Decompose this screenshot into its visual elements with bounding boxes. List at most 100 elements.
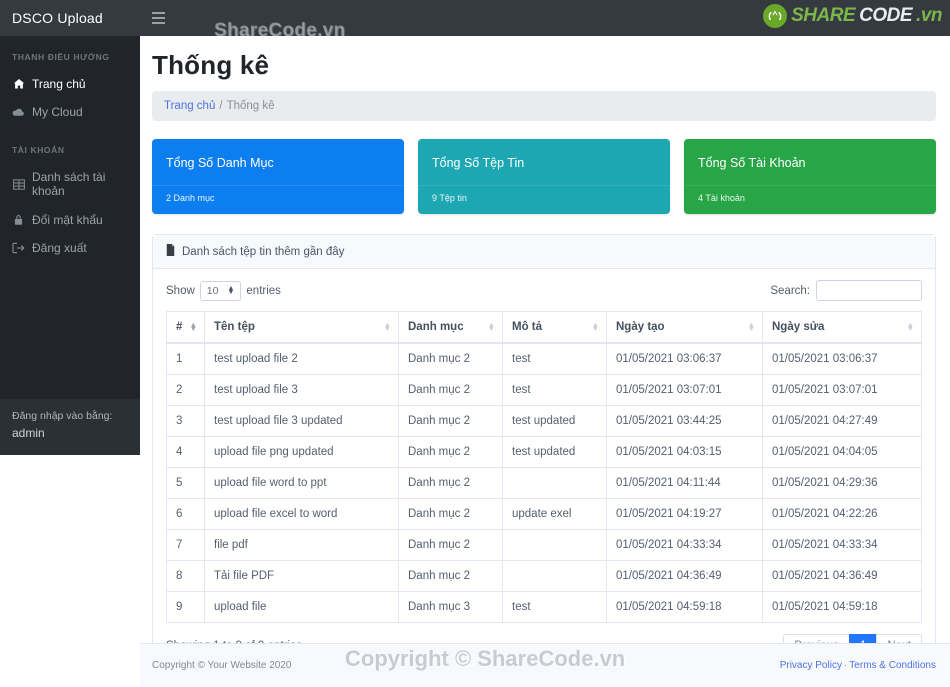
recent-files-panel: Danh sách tệp tin thêm gần đây Show 10 ▲… xyxy=(152,234,936,669)
stat-card-categories[interactable]: Tổng Số Danh Mục 2 Danh mục xyxy=(152,139,404,214)
terms-link[interactable]: Terms & Conditions xyxy=(849,660,936,671)
table-cell: 01/05/2021 04:19:27 xyxy=(606,498,763,530)
table-row[interactable]: 2 test upload file 3 Danh mục 2 test 01/05/2… xyxy=(166,374,922,406)
column-label: # xyxy=(176,321,183,333)
stat-card-accounts[interactable]: Tổng Số Tài Khoản 4 Tài khoản xyxy=(684,139,936,214)
column-header-description[interactable]: Mô tả ▲ ▼ xyxy=(502,311,607,344)
search-input[interactable] xyxy=(816,280,922,301)
table-cell: test upload file 3 xyxy=(204,374,399,406)
datatable-length-control: Show 10 ▲ ▼ entries xyxy=(166,280,281,301)
sidebar-item-dang-xuat[interactable]: Đăng xuất xyxy=(0,234,140,262)
sidebar-account-heading: TÀI KHOẢN xyxy=(12,144,65,155)
page-length-select[interactable]: 10 ▲ ▼ xyxy=(199,280,242,301)
table-cell: 1 xyxy=(166,342,205,375)
column-label: Ngày sửa xyxy=(772,321,825,333)
table-cell: 5 xyxy=(166,467,205,499)
table-cell: 01/05/2021 04:04:05 xyxy=(762,436,922,468)
sidebar-item-danh-sach-tai-khoan[interactable]: Danh sách tài khoản xyxy=(0,163,140,206)
table-cell: 01/05/2021 04:11:44 xyxy=(606,467,763,499)
sidebar-item-doi-mat-khau[interactable]: Đổi mật khẩu xyxy=(0,206,140,234)
files-table-head: # ▲ ▼ Tên tệp ▲ ▼ Danh mục ▲ ▼ Mô tả ▲ ▼… xyxy=(166,311,922,344)
sidebar-item-label: Đổi mật khẩu xyxy=(32,212,103,227)
topbar: DSCO Upload ShareCode.vn SHARE CODE .vn xyxy=(0,0,950,41)
table-cell: 01/05/2021 03:07:01 xyxy=(762,374,922,406)
panel-body: Show 10 ▲ ▼ entries Search: # ▲ ▼ Tên tệ… xyxy=(153,269,935,668)
table-cell: 4 xyxy=(166,436,205,468)
column-label: Ngày tạo xyxy=(616,321,665,333)
sidebar: THANH ĐIỀU HƯỚNG Trang chủ My Cloud TÀI … xyxy=(0,36,140,455)
home-icon xyxy=(12,78,25,90)
table-cell: 01/05/2021 03:44:25 xyxy=(606,405,763,437)
column-header-created[interactable]: Ngày tạo ▲ ▼ xyxy=(606,311,763,344)
sidebar-item-my-cloud[interactable]: My Cloud xyxy=(0,98,140,126)
table-cell: Danh mục 3 xyxy=(398,591,503,623)
table-cell: update exel xyxy=(502,498,607,530)
hamburger-icon[interactable] xyxy=(145,5,171,31)
datatable-search-control: Search: xyxy=(770,280,922,301)
lock-icon xyxy=(12,214,25,226)
sidebar-login-info: Đăng nhập vào bằng: admin xyxy=(0,399,140,455)
table-row[interactable]: 6 upload file excel to word Danh mục 2 upda… xyxy=(166,498,922,530)
table-row[interactable]: 7 file pdf Danh mục 2 01/05/2021 04:33:34 01… xyxy=(166,529,922,561)
footer-copyright: Copyright © Your Website 2020 xyxy=(152,660,292,671)
breadcrumb-home-link[interactable]: Trang chủ xyxy=(164,100,215,112)
table-row[interactable]: 9 upload file Danh mục 3 test 01/05/2021 04:… xyxy=(166,591,922,623)
table-cell: Danh mục 2 xyxy=(398,560,503,592)
table-cell: test upload file 2 xyxy=(204,342,399,375)
sort-icon: ▲ ▼ xyxy=(747,319,755,333)
panel-header-label: Danh sách tệp tin thêm gần đây xyxy=(182,245,345,258)
table-cell: 01/05/2021 03:06:37 xyxy=(762,342,922,375)
table-row[interactable]: 1 test upload file 2 Danh mục 2 test 01/05/2… xyxy=(166,342,922,375)
table-cell: 01/05/2021 04:29:36 xyxy=(762,467,922,499)
column-header-index[interactable]: # ▲ ▼ xyxy=(166,311,205,344)
table-cell: 9 xyxy=(166,591,205,623)
show-label: Show xyxy=(166,284,195,297)
footer-link-separator: · xyxy=(843,660,848,671)
sharecode-logo-share: SHARE xyxy=(791,5,856,26)
table-cell: test xyxy=(502,342,607,375)
table-cell: 7 xyxy=(166,529,205,561)
page-footer: Copyright © Your Website 2020 Privacy Po… xyxy=(140,643,950,687)
table-cell: Tải file PDF xyxy=(204,560,399,592)
table-cell: Danh mục 2 xyxy=(398,405,503,437)
column-header-filename[interactable]: Tên tệp ▲ ▼ xyxy=(204,311,399,344)
page-length-value: 10 xyxy=(206,284,219,297)
table-cell: Danh mục 2 xyxy=(398,436,503,468)
table-row[interactable]: 3 test upload file 3 updated Danh mục 2 tes… xyxy=(166,405,922,437)
table-cell: Danh mục 2 xyxy=(398,498,503,530)
file-icon xyxy=(166,244,175,259)
table-cell: Danh mục 2 xyxy=(398,467,503,499)
app-brand[interactable]: DSCO Upload xyxy=(0,0,140,36)
stat-card-files[interactable]: Tổng Số Tệp Tin 9 Tệp tin xyxy=(418,139,670,214)
table-row[interactable]: 5 upload file word to ppt Danh mục 2 01/05/… xyxy=(166,467,922,499)
table-cell: upload file word to ppt xyxy=(204,467,399,499)
sidebar-login-username: admin xyxy=(12,426,45,441)
table-row[interactable]: 4 upload file png updated Danh mục 2 test u… xyxy=(166,436,922,468)
table-cell: 01/05/2021 04:59:18 xyxy=(606,591,763,623)
stat-cards: Tổng Số Danh Mục 2 Danh mục Tổng Số Tệp … xyxy=(152,139,936,214)
table-cell: Danh mục 2 xyxy=(398,342,503,375)
chevron-updown-icon: ▲ ▼ xyxy=(227,284,235,296)
stat-card-subtitle: 2 Danh mục xyxy=(152,185,404,214)
table-cell: upload file excel to word xyxy=(204,498,399,530)
table-cell: 8 xyxy=(166,560,205,592)
sidebar-item-label: My Cloud xyxy=(32,105,83,120)
main-content: Thống kê Trang chủ / Thống kê Tổng Số Danh… xyxy=(140,36,950,687)
footer-watermark: Copyright © ShareCode.vn xyxy=(345,646,626,671)
sidebar-item-trang-chu[interactable]: Trang chủ xyxy=(0,70,140,98)
column-label: Danh mục xyxy=(408,321,464,333)
table-row[interactable]: 8 Tải file PDF Danh mục 2 01/05/2021 04:36:… xyxy=(166,560,922,592)
table-cell: 3 xyxy=(166,405,205,437)
column-header-category[interactable]: Danh mục ▲ ▼ xyxy=(398,311,503,344)
table-cell: Danh mục 2 xyxy=(398,374,503,406)
table-cell: 01/05/2021 04:33:34 xyxy=(762,529,922,561)
table-cell xyxy=(502,560,607,592)
table-cell: 01/05/2021 04:22:26 xyxy=(762,498,922,530)
stat-card-title: Tổng Số Tài Khoản xyxy=(698,156,806,170)
breadcrumb-current: Thống kê xyxy=(226,100,275,112)
sort-icon: ▲ ▼ xyxy=(906,319,914,333)
sharecode-logo: SHARE CODE .vn xyxy=(763,4,942,28)
column-header-modified[interactable]: Ngày sửa ▲ ▼ xyxy=(762,311,922,344)
table-cell: 01/05/2021 03:06:37 xyxy=(606,342,763,375)
privacy-policy-link[interactable]: Privacy Policy xyxy=(780,660,842,671)
